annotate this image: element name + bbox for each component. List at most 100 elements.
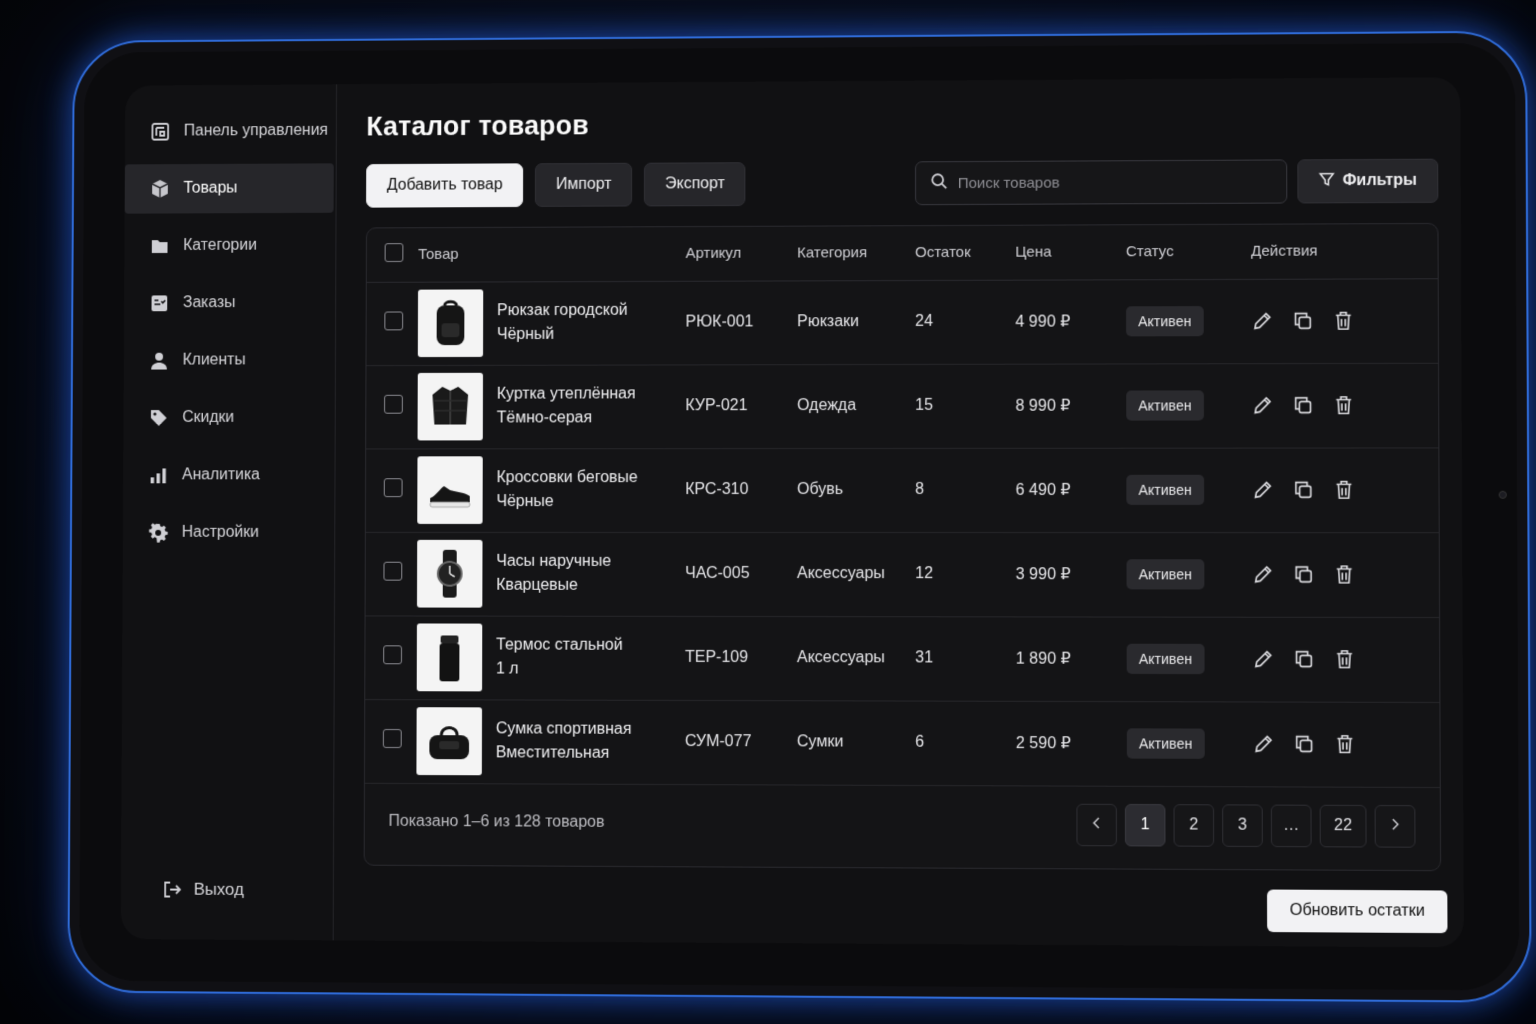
- page-button-3[interactable]: 3: [1222, 804, 1263, 847]
- row-checkbox[interactable]: [383, 478, 403, 498]
- product-name-line2: Тёмно-серая: [496, 409, 593, 427]
- product-name[interactable]: Рюкзак городской Чёрный: [497, 299, 628, 347]
- product-name-line1: Сумка спортивная: [495, 720, 632, 738]
- status-badge: Активен: [1126, 559, 1205, 590]
- product-name[interactable]: Термос стальной 1 л: [496, 634, 623, 682]
- sku-cell: РЮК-001: [685, 280, 798, 365]
- sidebar-item-orders[interactable]: Заказы: [124, 278, 335, 328]
- duplicate-icon[interactable]: [1293, 648, 1315, 670]
- stock-cell: 15: [915, 363, 1016, 448]
- sku-cell: КУР-021: [685, 364, 798, 449]
- table-row[interactable]: Термос стальной 1 л ТЕР-109 Аксессуары 31 1 8…: [365, 615, 1440, 702]
- stock-cell: 12: [915, 532, 1016, 617]
- duplicate-icon[interactable]: [1292, 394, 1314, 416]
- app-screen: Панель управления Товары Категории Заказ…: [120, 77, 1464, 948]
- table-row[interactable]: Кроссовки беговые Чёрные КРС-310 Обувь 8 6 49…: [365, 447, 1439, 533]
- price-cell: 8 990 ₽: [1015, 363, 1127, 448]
- delete-icon[interactable]: [1332, 310, 1354, 332]
- tablet-frame: Панель управления Товары Категории Заказ…: [67, 30, 1532, 1003]
- duplicate-icon[interactable]: [1292, 479, 1314, 501]
- row-checkbox[interactable]: [382, 729, 402, 749]
- sidebar-item-settings[interactable]: Настройки: [123, 508, 335, 558]
- product-name[interactable]: Сумка спортивная Вместительная: [496, 717, 632, 765]
- box-icon: [150, 179, 170, 199]
- delete-icon[interactable]: [1333, 563, 1355, 585]
- edit-icon[interactable]: [1251, 394, 1273, 416]
- header-sku[interactable]: Артикул: [685, 226, 798, 281]
- search-input[interactable]: [957, 173, 1272, 192]
- sidebar-item-label: Настройки: [181, 523, 259, 541]
- duplicate-icon[interactable]: [1292, 310, 1314, 332]
- sidebar-item-dashboard[interactable]: Панель управления: [125, 106, 336, 156]
- delete-icon[interactable]: [1332, 394, 1354, 416]
- row-checkbox[interactable]: [383, 645, 403, 665]
- import-button[interactable]: Импорт: [535, 162, 633, 207]
- chevron-left-icon: [1090, 815, 1104, 834]
- sku-cell: ТЕР-109: [684, 615, 797, 701]
- filters-button[interactable]: Фильтры: [1296, 158, 1439, 204]
- header-status[interactable]: Статус: [1125, 224, 1252, 280]
- product-name-line1: Кроссовки беговые: [496, 469, 638, 487]
- edit-icon[interactable]: [1252, 479, 1274, 501]
- category-cell: Аксессуары: [796, 532, 916, 617]
- row-checkbox[interactable]: [383, 561, 403, 581]
- sidebar-item-products[interactable]: Товары: [124, 163, 334, 214]
- product-name[interactable]: Кроссовки беговые Чёрные: [496, 466, 637, 514]
- table-row[interactable]: Сумка спортивная Вместительная СУМ-077 Сумк…: [364, 699, 1440, 788]
- stock-cell: 31: [915, 616, 1016, 701]
- orders-icon: [150, 293, 170, 313]
- category-cell: Одежда: [797, 363, 916, 449]
- logout-label: Выход: [193, 879, 244, 899]
- sidebar-item-clients[interactable]: Клиенты: [124, 335, 335, 385]
- update-stock-button[interactable]: Обновить остатки: [1267, 889, 1448, 934]
- table-row[interactable]: Рюкзак городской Чёрный РЮК-001 Рюкзаки 24 4 …: [366, 278, 1439, 366]
- product-name[interactable]: Куртка утеплённая Тёмно-серая: [497, 382, 636, 430]
- page-button-2[interactable]: 2: [1173, 804, 1215, 847]
- main-content: Каталог товаров Добавить товар Импорт Эк…: [334, 77, 1464, 947]
- products-table-card: Товар Артикул Категория Остаток Цена Ста…: [363, 222, 1442, 872]
- delete-icon[interactable]: [1333, 648, 1355, 670]
- edit-icon[interactable]: [1252, 733, 1274, 755]
- sidebar-item-categories[interactable]: Категории: [124, 221, 335, 271]
- header-stock[interactable]: Остаток: [915, 225, 1016, 281]
- header-category[interactable]: Категория: [797, 226, 916, 281]
- select-all-checkbox[interactable]: [384, 243, 404, 263]
- row-actions: [1252, 479, 1439, 501]
- edit-icon[interactable]: [1251, 310, 1273, 332]
- delete-icon[interactable]: [1334, 733, 1356, 755]
- edit-icon[interactable]: [1252, 648, 1274, 670]
- table-row[interactable]: Куртка утеплённая Тёмно-серая КУР-021 Одежд…: [366, 362, 1439, 449]
- price-cell: 4 990 ₽: [1015, 279, 1127, 364]
- next-page-button[interactable]: [1374, 804, 1416, 848]
- edit-icon[interactable]: [1252, 563, 1274, 585]
- duplicate-icon[interactable]: [1293, 733, 1315, 755]
- row-checkbox[interactable]: [384, 394, 403, 414]
- table-header-row: Товар Артикул Категория Остаток Цена Ста…: [366, 223, 1438, 282]
- price-cell: 6 490 ₽: [1015, 447, 1127, 533]
- header-product[interactable]: Товар: [418, 227, 686, 282]
- page-button-1[interactable]: 1: [1124, 803, 1166, 847]
- duplicate-icon[interactable]: [1292, 563, 1314, 585]
- sidebar-item-analytics[interactable]: Аналитика: [123, 450, 335, 500]
- product-cell: Куртка утеплённая Тёмно-серая: [417, 372, 686, 441]
- product-name-line1: Куртка утеплённая: [496, 385, 636, 403]
- add-product-button[interactable]: Добавить товар: [366, 163, 524, 208]
- export-button[interactable]: Экспорт: [644, 162, 746, 207]
- product-name-line2: 1 л: [496, 660, 519, 678]
- category-cell: Рюкзаки: [797, 280, 916, 365]
- product-name[interactable]: Часы наручные Кварцевые: [496, 550, 611, 598]
- delete-icon[interactable]: [1333, 479, 1355, 501]
- logout-button[interactable]: Выход: [121, 879, 244, 900]
- chevron-right-icon: [1388, 817, 1402, 836]
- row-checkbox[interactable]: [384, 311, 404, 331]
- table-row[interactable]: Часы наручные Кварцевые ЧАС-005 Аксессуары 1…: [365, 531, 1440, 618]
- header-price[interactable]: Цена: [1015, 225, 1126, 280]
- page-button-22[interactable]: 22: [1319, 804, 1367, 848]
- sidebar-item-label: Аналитика: [182, 466, 260, 484]
- folder-icon: [150, 236, 170, 256]
- product-name-line2: Чёрный: [496, 325, 555, 343]
- prev-page-button[interactable]: [1076, 803, 1117, 847]
- sidebar-item-discounts[interactable]: Скидки: [123, 393, 334, 443]
- row-actions: [1252, 563, 1439, 585]
- product-cell: Кроссовки беговые Чёрные: [417, 456, 685, 524]
